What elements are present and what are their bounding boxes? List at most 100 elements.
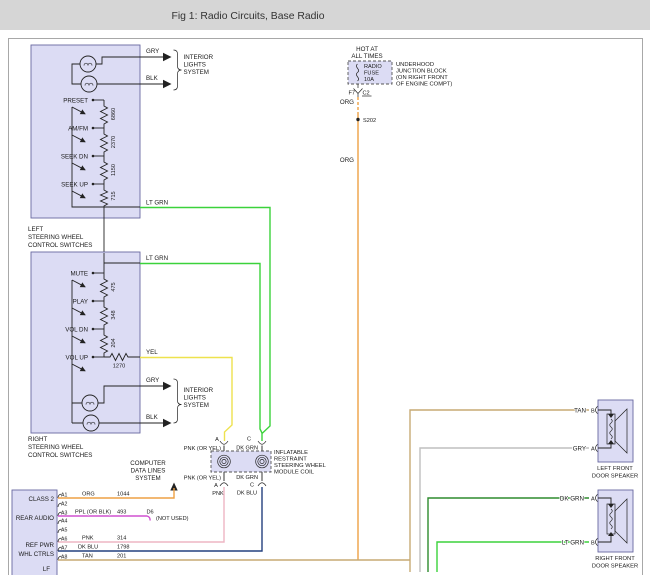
- pin-label: A2: [61, 502, 67, 508]
- wire-label: PNK (OR YEL): [184, 476, 221, 482]
- wire-name: PNK: [82, 536, 94, 542]
- fuse-label: FUSE: [364, 71, 379, 77]
- switch-label: SEEK UP: [61, 182, 88, 189]
- wire-label: DK GRN: [236, 475, 258, 481]
- panel-caption: RIGHT: [28, 436, 47, 443]
- resistor-value: 348: [111, 310, 117, 319]
- wire-name: TAN: [82, 554, 93, 560]
- junction-block-label: JUNCTION BLOCK: [396, 69, 447, 75]
- wire-label-lt-grn-2: LT GRN: [146, 255, 168, 262]
- system-label: SYSTEM: [184, 402, 209, 409]
- circuit-number: 1044: [117, 492, 129, 498]
- connector-label-c2: C2: [363, 91, 370, 97]
- system-label: SYSTEM: [135, 475, 160, 482]
- panel-caption: STEERING WHEEL: [28, 444, 84, 451]
- circuit-number: 201: [117, 554, 126, 560]
- group-label: LF: [43, 566, 50, 573]
- panel-caption: CONTROL SWITCHES: [28, 452, 92, 459]
- system-label: LIGHTS: [184, 395, 206, 402]
- switch-label: VOL DN: [65, 327, 88, 334]
- pin-label: A6: [61, 537, 67, 543]
- not-used-note: (NOT USED): [156, 516, 189, 522]
- right-switch-panel-box: [31, 252, 140, 433]
- group-label: CLASS 2: [29, 496, 55, 503]
- coil-caption: INFLATABLE: [274, 450, 308, 456]
- junction-block-label: (ON RIGHT FRONT: [396, 75, 448, 81]
- wire-label: LT GRN: [562, 540, 584, 547]
- resistor-value: 2370: [111, 136, 117, 148]
- wire-label: GRY: [573, 446, 586, 453]
- panel-caption: STEERING WHEEL: [28, 234, 84, 241]
- pin-label: A5: [61, 528, 67, 534]
- coil-caption: STEERING WHEEL: [274, 463, 327, 469]
- fuse-label: 10A: [364, 77, 374, 83]
- wire-name: ORG: [82, 492, 95, 498]
- header: Fig 1: Radio Circuits, Base Radio: [0, 0, 650, 30]
- pin-label: C: [247, 437, 251, 443]
- pin-label: B: [591, 409, 595, 415]
- wire-label-gry: GRY: [146, 48, 159, 55]
- switch-label: SEEK DN: [61, 154, 88, 161]
- switch-label: VOL UP: [66, 355, 88, 362]
- pin-label: C: [250, 483, 254, 489]
- dest-label: D6: [147, 510, 154, 516]
- resistor-value: 715: [111, 191, 117, 200]
- wire-label-yel: YEL: [146, 349, 158, 356]
- system-label: DATA LINES: [131, 468, 166, 475]
- wire-label-pnk: PNK: [212, 491, 224, 497]
- wire-label-org: ORG: [340, 99, 354, 106]
- panel-caption: LEFT: [28, 226, 43, 233]
- wire-label-blk: BLK: [146, 75, 159, 82]
- group-label: WHL CTRLS: [18, 551, 54, 558]
- speaker-box: [598, 400, 633, 462]
- pin-label: A4: [61, 519, 67, 525]
- circuit-number: 1798: [117, 545, 129, 551]
- group-label: REF PWR: [25, 542, 54, 549]
- panel-caption: CONTROL SWITCHES: [28, 242, 92, 249]
- circuit-number: 493: [117, 510, 126, 516]
- speaker-caption: RIGHT FRONT: [595, 556, 635, 562]
- resistor-value: 204: [111, 338, 117, 347]
- speaker-caption: DOOR SPEAKER: [592, 564, 638, 570]
- system-label: LIGHTS: [184, 62, 206, 69]
- system-label: INTERIOR: [184, 54, 214, 61]
- wire-name: PPL (OR BLK): [75, 510, 111, 516]
- wire-name: DK BLU: [78, 545, 98, 551]
- hot-label: HOT AT: [356, 46, 378, 53]
- group-label: REAR AUDIO: [16, 515, 54, 522]
- pin-label: B: [591, 541, 595, 547]
- wiring-diagram: Fig 1: Radio Circuits, Base Radio PRESET…: [0, 0, 650, 575]
- speaker-caption: LEFT FRONT: [597, 466, 633, 472]
- speaker-caption: DOOR SPEAKER: [592, 474, 638, 480]
- switch-label: PLAY: [73, 299, 88, 306]
- switch-label: PRESET: [63, 98, 88, 105]
- wire-label-dk-blu: DK BLU: [237, 491, 257, 497]
- pin-label: A: [215, 437, 219, 443]
- wire-label-org: ORG: [340, 157, 354, 164]
- resistor-value: 1270: [113, 364, 125, 370]
- pin-label: A7: [61, 546, 67, 552]
- wire-label-gry: GRY: [146, 377, 159, 384]
- wire-label-blk: BLK: [146, 414, 159, 421]
- splice-dot: [356, 118, 359, 121]
- resistor-value: 475: [111, 282, 117, 291]
- resistor-value: 1150: [111, 164, 117, 176]
- system-label: COMPUTER: [130, 460, 166, 467]
- splice-label: S202: [363, 118, 376, 124]
- pin-label-f7: F7: [348, 91, 355, 97]
- system-label: INTERIOR: [184, 387, 214, 394]
- switch-label: MUTE: [70, 271, 88, 278]
- page-title: Fig 1: Radio Circuits, Base Radio: [171, 11, 324, 22]
- junction-block-label: UNDERHOOD: [396, 62, 434, 68]
- pin-label: A: [214, 483, 218, 489]
- fuse-label: RADIO: [364, 64, 382, 70]
- coil-caption: RESTRAINT: [274, 457, 307, 463]
- wire-label: DK GRN: [560, 496, 584, 503]
- pin-label: A: [591, 447, 595, 453]
- speaker-box: [598, 490, 633, 552]
- hot-label: ALL TIMES: [351, 53, 382, 60]
- junction-block-label: OF ENGINE COMPT): [396, 82, 452, 88]
- wire-label: TAN: [574, 408, 586, 415]
- header-bar: [0, 0, 650, 30]
- coil-caption: MODULE COIL: [274, 470, 315, 476]
